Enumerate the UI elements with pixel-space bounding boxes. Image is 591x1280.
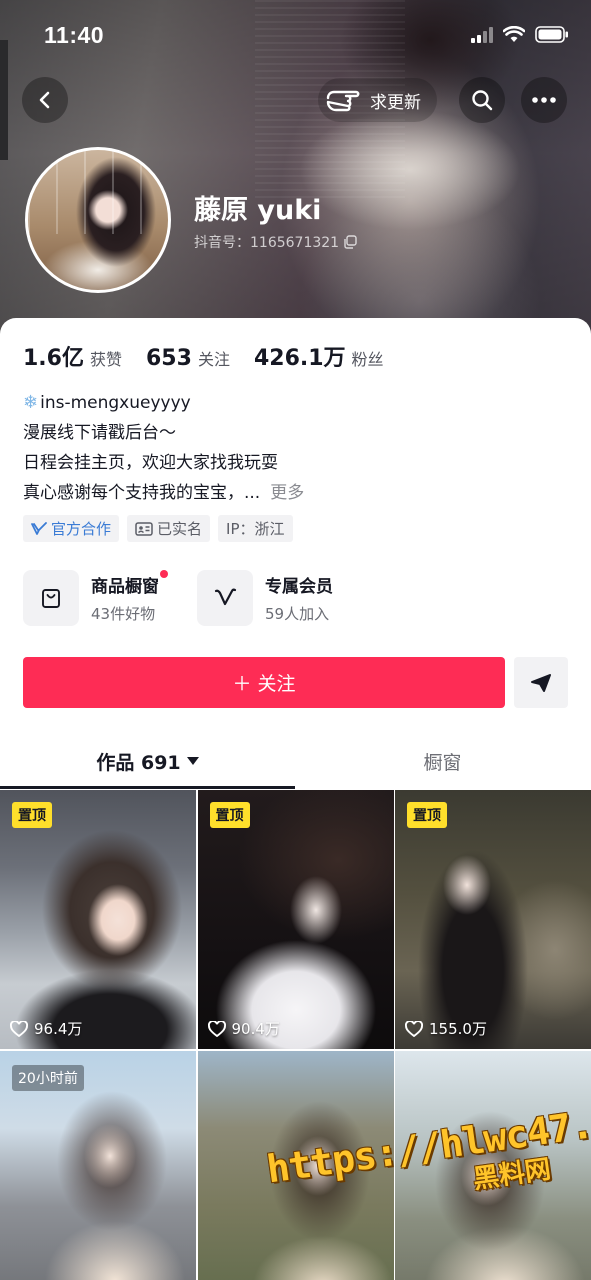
more-button[interactable] [521, 77, 567, 123]
like-count-text: 155.0万 [429, 1020, 487, 1038]
content-tabs: 作品 691 橱窗 [0, 733, 591, 789]
status-system-icons [471, 26, 569, 43]
bio-line-text: ins-mengxueyyyy [40, 393, 191, 413]
bio-line: 真心感谢每个支持我的宝宝，... 更多 [23, 478, 563, 508]
tag-ip-location: IP：浙江 [218, 515, 293, 542]
bio: ❄ ins-mengxueyyyy 漫展线下请戳后台～ 日程会挂主页，欢迎大家找我… [23, 388, 563, 508]
official-check-icon [31, 521, 47, 535]
status-time: 11:40 [44, 22, 105, 48]
service-text: 商品橱窗 43件好物 [91, 570, 168, 624]
avatar[interactable] [25, 147, 171, 293]
bio-more-link[interactable]: 更多 [270, 478, 304, 508]
tab-label: 作品 691 [96, 751, 181, 774]
bio-line: ❄ ins-mengxueyyyy [23, 388, 563, 418]
tag-verified[interactable]: 已实名 [127, 515, 211, 542]
back-arrow-icon [39, 91, 50, 109]
like-count-text: 96.4万 [34, 1020, 83, 1038]
video-thumbnail[interactable]: 置顶 155.0万 [395, 790, 591, 1049]
stat-label: 获赞 [89, 350, 122, 369]
caret-down-icon [186, 757, 199, 765]
v-member-icon [214, 588, 237, 606]
search-button[interactable] [459, 77, 505, 123]
shop-window-entry[interactable]: 商品橱窗 43件好物 [23, 570, 168, 626]
stat-value: 1.6亿 [23, 346, 84, 371]
membership-entry[interactable]: 专属会员 59人加入 [197, 570, 333, 626]
like-count-text: 90.4万 [231, 1020, 280, 1038]
service-title: 商品橱窗 [91, 570, 168, 597]
bio-line-text: 真心感谢每个支持我的宝宝，... [23, 483, 261, 503]
shopping-bag-icon [42, 589, 60, 608]
service-subtitle: 43件好物 [91, 605, 156, 623]
wifi-icon [503, 26, 525, 42]
stat-label: 粉丝 [351, 350, 384, 369]
battery-icon [535, 26, 568, 43]
service-entries: 商品橱窗 43件好物 专属会员 59人加入 [23, 570, 333, 626]
notification-dot [160, 570, 168, 578]
signal-icon [471, 26, 493, 43]
bio-line-text: 漫展线下请戳后台～ [23, 423, 176, 443]
id-card-icon [135, 521, 153, 536]
stat-followers[interactable]: 426.1万 粉丝 [254, 340, 384, 372]
service-subtitle: 59人加入 [265, 605, 330, 623]
like-count: 155.0万 [405, 1018, 487, 1039]
tag-official[interactable]: 官方合作 [23, 515, 120, 542]
stat-value: 653 [146, 346, 192, 371]
tag-label: 官方合作 [51, 520, 112, 538]
copy-icon [344, 235, 357, 249]
avatar-background-detail [28, 150, 168, 234]
send-arrow-icon [531, 673, 551, 692]
pointing-hand-icon [326, 90, 360, 112]
pinned-badge: 置顶 [407, 802, 447, 828]
bio-line: 日程会挂主页，欢迎大家找我玩耍 [23, 448, 563, 478]
like-count: 90.4万 [207, 1018, 280, 1039]
heart-icon [10, 1020, 28, 1037]
douyin-id-text: 抖音号：1165671321 [194, 235, 340, 251]
stats-row: 1.6亿 获赞 653 关注 426.1万 粉丝 [23, 340, 408, 372]
bio-line: 漫展线下请戳后台～ [23, 418, 563, 448]
douyin-id[interactable]: 抖音号：1165671321 [194, 232, 357, 252]
tag-label: IP：浙江 [226, 520, 285, 538]
nickname: 藤原 yuki [194, 195, 322, 226]
bio-line-text: 日程会挂主页，欢迎大家找我玩耍 [23, 453, 278, 473]
pinned-badge: 置顶 [12, 802, 52, 828]
heart-icon [405, 1020, 423, 1037]
more-dots-icon [532, 97, 556, 103]
status-bar: 11:40 [0, 0, 591, 70]
search-icon [472, 90, 493, 111]
stat-likes[interactable]: 1.6亿 获赞 [23, 340, 122, 372]
tag-row: 官方合作 已实名 IP：浙江 [23, 515, 293, 542]
heart-icon [207, 1020, 226, 1037]
stat-label: 关注 [197, 350, 230, 369]
tag-label: 已实名 [157, 520, 203, 538]
service-title-text: 商品橱窗 [91, 577, 159, 597]
request-update-label: 求更新 [370, 92, 421, 113]
video-thumbnail[interactable]: 置顶 96.4万 [0, 790, 196, 1049]
shop-icon-box [23, 570, 79, 626]
direct-message-button[interactable] [514, 657, 568, 708]
tab-label: 橱窗 [423, 751, 462, 774]
back-button[interactable] [22, 77, 68, 123]
pinned-badge: 置顶 [209, 802, 250, 828]
follow-button[interactable]: ＋ 关注 [23, 657, 505, 708]
stat-value: 426.1万 [253, 346, 346, 371]
video-thumbnail[interactable]: 20小时前 [0, 1051, 196, 1280]
snowflake-icon: ❄ [23, 392, 39, 413]
tab-works[interactable]: 作品 691 [0, 733, 295, 789]
video-thumbnail[interactable]: 置顶 90.4万 [197, 790, 394, 1049]
stat-following[interactable]: 653 关注 [146, 346, 230, 371]
request-update-button[interactable]: 求更新 [318, 78, 437, 122]
service-text: 专属会员 59人加入 [265, 572, 333, 624]
membership-icon-box [197, 570, 253, 626]
tab-shop-window[interactable]: 橱窗 [295, 733, 590, 789]
service-title: 专属会员 [265, 577, 333, 597]
like-count: 96.4万 [10, 1018, 82, 1039]
post-time-badge: 20小时前 [12, 1065, 84, 1091]
